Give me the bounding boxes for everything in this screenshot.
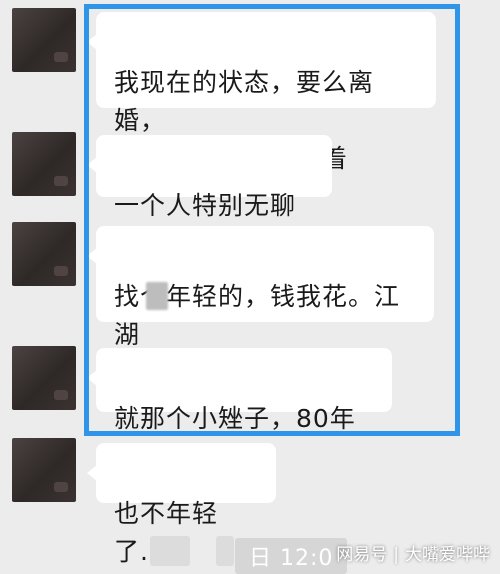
- timestamp: 日 12:0: [235, 538, 348, 574]
- contact-avatar[interactable]: [12, 222, 76, 286]
- contact-avatar[interactable]: [12, 132, 76, 196]
- message-bubble[interactable]: 就那个小矬子，80年的: [87, 348, 392, 471]
- watermark-separator: |: [393, 545, 399, 565]
- watermark: 网易号 | 大嘴爱哔哔: [336, 540, 490, 565]
- footer-blur-left: [150, 536, 190, 566]
- contact-avatar[interactable]: [12, 438, 76, 502]
- message-bubble[interactable]: 一个人特别无聊啊: [87, 135, 332, 258]
- message-bubble[interactable]: 也不年轻了...: [87, 443, 276, 566]
- watermark-brand: 网易号: [336, 545, 388, 565]
- footer-blur-mid: [216, 536, 234, 566]
- message-bubble[interactable]: 我现在的状态，要么离婚， 要么找个小男友玩着: [87, 12, 436, 173]
- contact-avatar[interactable]: [12, 346, 76, 410]
- contact-avatar[interactable]: [12, 8, 76, 72]
- censor-blur: [146, 282, 168, 310]
- watermark-author: 大嘴爱哔哔: [405, 545, 490, 565]
